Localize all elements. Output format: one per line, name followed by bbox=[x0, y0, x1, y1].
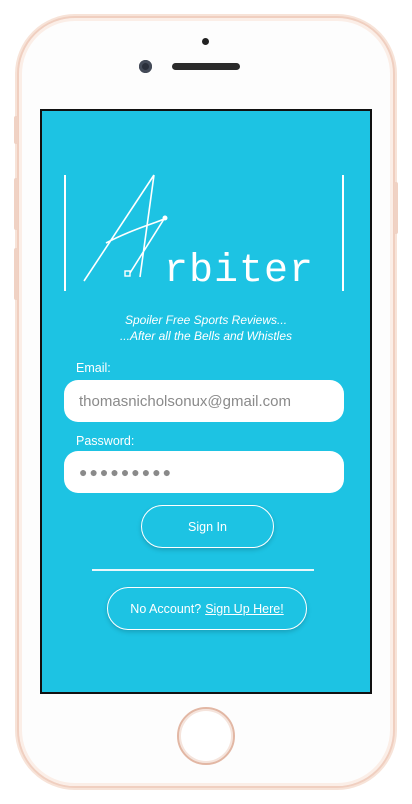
email-value: thomasnicholsonux@gmail.com bbox=[79, 392, 291, 410]
divider bbox=[92, 569, 314, 571]
no-account-text: No Account? bbox=[130, 601, 202, 616]
logo-node-top-icon bbox=[162, 215, 168, 221]
tagline-line-2: ...After all the Bells and Whistles bbox=[119, 329, 293, 343]
mute-switch bbox=[14, 116, 18, 144]
no-account-button[interactable]: No Account? Sign Up Here! bbox=[107, 587, 307, 630]
password-field[interactable]: ●●●●●●●●● bbox=[64, 451, 344, 493]
tagline-line-1: Spoiler Free Sports Reviews... bbox=[124, 313, 288, 327]
logo-a-mark-icon bbox=[83, 174, 165, 282]
app-screen: rbiter Spoiler Free Sports Reviews... ..… bbox=[40, 109, 372, 694]
volume-down-button bbox=[14, 248, 18, 300]
logo-left-bar bbox=[64, 175, 66, 291]
email-label: Email: bbox=[76, 361, 111, 375]
logo-wordmark: rbiter bbox=[164, 249, 314, 294]
email-field[interactable]: thomasnicholsonux@gmail.com bbox=[64, 380, 344, 422]
password-value: ●●●●●●●●● bbox=[79, 464, 174, 480]
earpiece-speaker bbox=[172, 63, 240, 70]
power-button bbox=[394, 182, 398, 234]
volume-up-button bbox=[14, 178, 18, 230]
password-label: Password: bbox=[76, 434, 135, 448]
logo-node-bottom-icon bbox=[124, 270, 131, 277]
sign-in-button[interactable]: Sign In bbox=[141, 505, 274, 548]
home-button[interactable] bbox=[177, 707, 235, 765]
arbiter-logo: rbiter bbox=[83, 174, 314, 294]
sign-in-label: Sign In bbox=[188, 519, 227, 534]
front-camera bbox=[139, 60, 152, 73]
sign-up-link[interactable]: Sign Up Here! bbox=[205, 602, 284, 616]
sensor-dot bbox=[202, 38, 209, 45]
logo-right-bar bbox=[342, 175, 344, 291]
